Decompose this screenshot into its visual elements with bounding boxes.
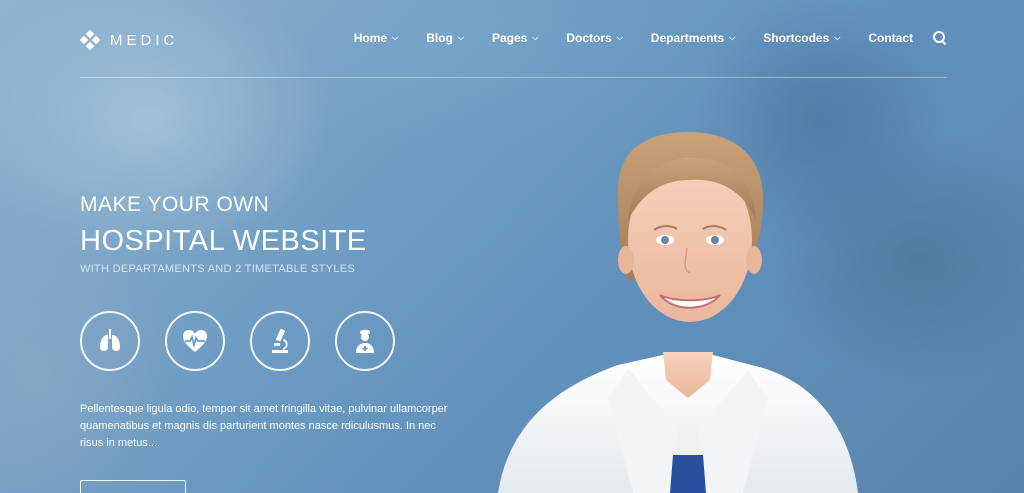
nav-label: Doctors bbox=[566, 31, 612, 45]
search-icon[interactable] bbox=[933, 31, 947, 45]
chevron-down-icon: ⌵ bbox=[729, 33, 736, 42]
nav-item-contact[interactable]: Contact bbox=[868, 31, 913, 45]
brand-name: MEDIC bbox=[110, 31, 179, 49]
hero-description: Pellentesque ligula odio, tempor sit ame… bbox=[80, 403, 448, 449]
nav-label: Shortcodes bbox=[763, 31, 830, 45]
nav-label: Blog bbox=[426, 31, 453, 45]
nav-item-home[interactable]: Home ⌵ bbox=[354, 31, 398, 45]
lungs-icon[interactable] bbox=[80, 311, 140, 371]
hero-heading-line2: HOSPITAL WEBSITE bbox=[80, 225, 367, 257]
nav-item-blog[interactable]: Blog ⌵ bbox=[426, 31, 464, 45]
logo[interactable]: MEDIC bbox=[79, 29, 179, 51]
chevron-down-icon: ⌵ bbox=[834, 33, 841, 42]
nav-label: Contact bbox=[868, 31, 913, 45]
hero-subtitle: WITH DEPARTAMENTS AND 2 TIMETABLE STYLES bbox=[80, 263, 356, 275]
main-nav: Home ⌵ Blog ⌵ Pages ⌵ Doctors ⌵ Departments ⌵… bbox=[326, 31, 947, 45]
logo-icon bbox=[79, 29, 101, 51]
nav-label: Pages bbox=[491, 31, 528, 45]
nav-item-shortcodes[interactable]: Shortcodes ⌵ bbox=[763, 31, 840, 45]
hero-cta-button[interactable] bbox=[80, 480, 186, 493]
nav-item-doctors[interactable]: Doctors ⌵ bbox=[566, 31, 622, 45]
header: MEDIC Home ⌵ Blog ⌵ Pages ⌵ Doctors ⌵ Depart… bbox=[79, 22, 947, 78]
hero-section: MEDIC Home ⌵ Blog ⌵ Pages ⌵ Doctors ⌵ Depart… bbox=[0, 0, 1024, 493]
chevron-down-icon: ⌵ bbox=[457, 33, 464, 42]
hero-heading-line1: MAKE YOUR OWN bbox=[80, 193, 270, 216]
chevron-down-icon: ⌵ bbox=[392, 33, 399, 42]
nav-item-departments[interactable]: Departments ⌵ bbox=[651, 31, 735, 45]
nav-label: Departments bbox=[650, 31, 725, 45]
doctor-photo bbox=[498, 132, 858, 493]
feature-icons bbox=[80, 311, 420, 371]
heart-pulse-icon[interactable] bbox=[165, 311, 225, 371]
microscope-icon[interactable] bbox=[250, 311, 310, 371]
doctor-icon[interactable] bbox=[335, 311, 395, 371]
chevron-down-icon: ⌵ bbox=[616, 33, 623, 42]
nav-item-pages[interactable]: Pages ⌵ bbox=[492, 31, 538, 45]
nav-label: Home bbox=[353, 31, 388, 45]
chevron-down-icon: ⌵ bbox=[532, 33, 539, 42]
